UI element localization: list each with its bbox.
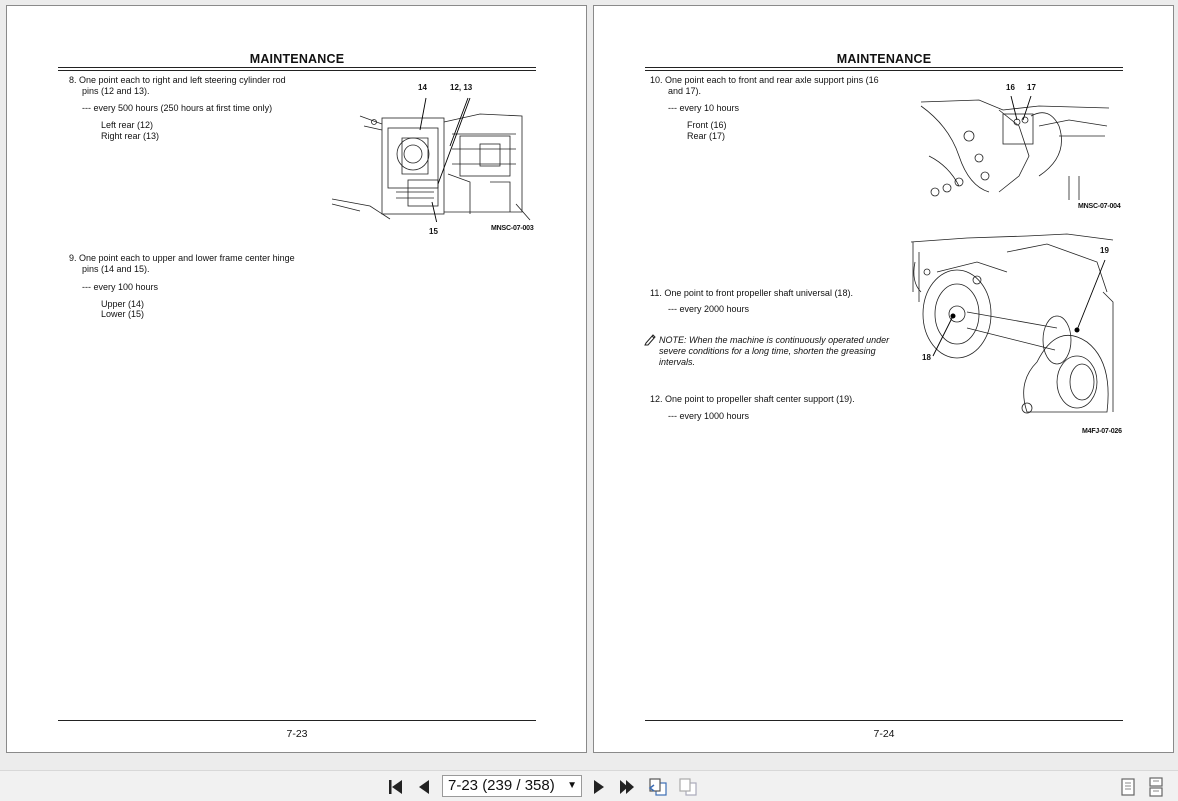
item-10-interval: --- every 10 hours bbox=[668, 103, 740, 113]
next-page-icon[interactable] bbox=[589, 777, 609, 797]
figure-id: MNSC-07-004 bbox=[1078, 203, 1121, 210]
first-page-icon[interactable] bbox=[386, 777, 406, 797]
document-page-right: MAINTENANCE 10. One point each to front … bbox=[593, 5, 1174, 753]
item-11-interval: --- every 2000 hours bbox=[668, 304, 750, 314]
figure-callout-12-13: 12, 13 bbox=[450, 83, 473, 92]
item-10-location: Rear (17) bbox=[687, 131, 726, 141]
note-text: NOTE: When the machine is continuously o… bbox=[659, 335, 890, 345]
item-10-text-cont: and 17). bbox=[668, 86, 702, 96]
footer-rule bbox=[58, 720, 536, 721]
continuous-view-icon[interactable] bbox=[1146, 777, 1166, 797]
single-page-view-icon[interactable] bbox=[1118, 777, 1138, 797]
note-text-cont: severe conditions for a long time, short… bbox=[659, 346, 876, 356]
item-9-interval: --- every 100 hours bbox=[82, 282, 159, 292]
header-rule bbox=[58, 67, 536, 68]
page-indicator: 7-23 (239 / 358) bbox=[448, 777, 555, 794]
figure-callout-15: 15 bbox=[429, 227, 438, 236]
go-back-view-icon[interactable] bbox=[648, 777, 668, 797]
item-12-interval: --- every 1000 hours bbox=[668, 411, 750, 421]
figure-callout-17: 17 bbox=[1027, 83, 1036, 92]
figure-callout-16: 16 bbox=[1006, 83, 1015, 92]
item-9-text-cont: pins (14 and 15). bbox=[82, 264, 150, 274]
note-text-cont: intervals. bbox=[659, 357, 696, 367]
figure-callout-14: 14 bbox=[418, 83, 427, 92]
steering-cylinder-illustration bbox=[331, 97, 531, 222]
item-8-location: Left rear (12) bbox=[101, 120, 154, 130]
header-rule bbox=[645, 70, 1123, 71]
figure-id: MNSC-07-003 bbox=[491, 225, 534, 232]
item-12-text: 12. One point to propeller shaft center … bbox=[650, 394, 855, 404]
item-9-location: Lower (15) bbox=[101, 309, 145, 319]
prev-page-icon[interactable] bbox=[414, 777, 434, 797]
item-8-location: Right rear (13) bbox=[101, 131, 160, 141]
chevron-down-icon[interactable]: ▼ bbox=[567, 776, 577, 796]
go-forward-view-icon[interactable] bbox=[678, 777, 698, 797]
last-page-icon[interactable] bbox=[617, 777, 637, 797]
figure-callout-18: 18 bbox=[922, 353, 931, 362]
item-8-text-cont: pins (12 and 13). bbox=[82, 86, 150, 96]
item-10-text: 10. One point each to front and rear axl… bbox=[650, 75, 879, 85]
page-number: 7-24 bbox=[873, 728, 895, 740]
axle-support-illustration bbox=[920, 96, 1110, 200]
figure-callout-19: 19 bbox=[1100, 246, 1109, 255]
item-11-text: 11. One point to front propeller shaft u… bbox=[650, 288, 853, 298]
figure-id: M4FJ-07-026 bbox=[1082, 428, 1122, 435]
item-10-location: Front (16) bbox=[687, 120, 727, 130]
item-9-text: 9. One point each to upper and lower fra… bbox=[69, 253, 295, 263]
header-rule bbox=[58, 70, 536, 71]
header-rule bbox=[645, 67, 1123, 68]
note-pencil-icon bbox=[644, 334, 656, 346]
page-header: MAINTENANCE bbox=[249, 52, 345, 66]
document-page-left: MAINTENANCE 8. One point each to right a… bbox=[6, 5, 587, 753]
page-selector[interactable]: 7-23 (239 / 358) ▼ bbox=[442, 775, 582, 797]
propeller-shaft-illustration bbox=[910, 233, 1114, 414]
navigation-toolbar: 7-23 (239 / 358) ▼ bbox=[0, 770, 1178, 801]
page-number: 7-23 bbox=[286, 728, 308, 740]
footer-rule bbox=[645, 720, 1123, 721]
item-8-interval: --- every 500 hours (250 hours at first … bbox=[82, 103, 273, 113]
page-header: MAINTENANCE bbox=[836, 52, 932, 66]
item-8-text: 8. One point each to right and left stee… bbox=[69, 75, 286, 85]
